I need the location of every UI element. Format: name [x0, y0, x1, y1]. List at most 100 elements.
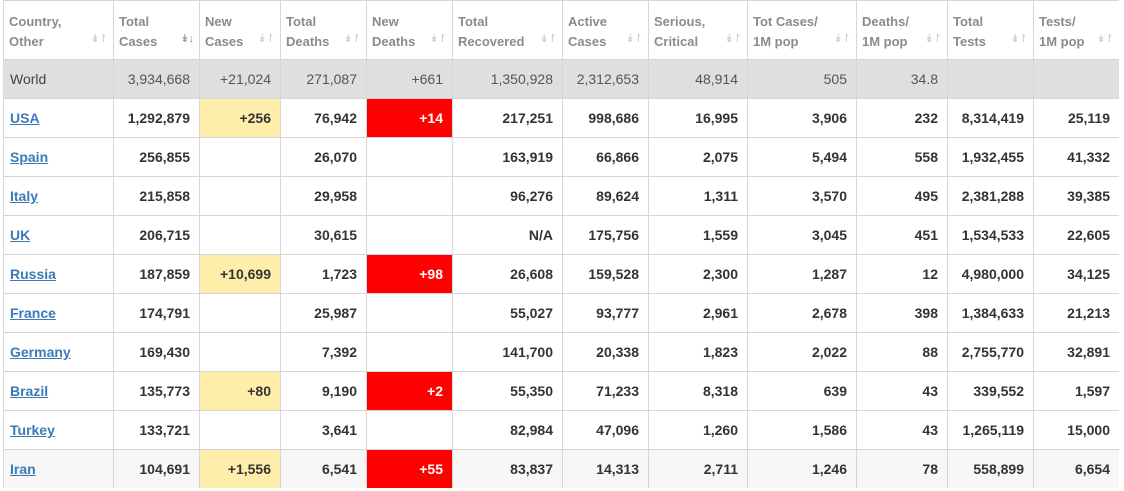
column-header-label: Tests/1M pop [1039, 14, 1085, 49]
cell-serious-critical: 2,300 [648, 254, 748, 294]
cell-total-recovered: 83,837 [452, 449, 563, 488]
sort-arrows-icon[interactable]: ↡↾ [344, 32, 361, 45]
cell-country: Italy [3, 176, 114, 216]
sort-arrows-icon[interactable]: ↡↾ [626, 32, 643, 45]
cell-serious-critical: 1,823 [648, 332, 748, 372]
cell-tot-cases-per-1m: 1,287 [747, 254, 857, 294]
cell-total-recovered: 55,027 [452, 293, 563, 333]
sort-arrows-icon[interactable]: ↡↾ [1097, 32, 1114, 45]
cell-serious-critical: 1,260 [648, 410, 748, 450]
cell-total-deaths: 30,615 [280, 215, 367, 255]
country-link[interactable]: Turkey [10, 422, 55, 438]
country-link[interactable]: Germany [10, 344, 71, 360]
sort-arrows-icon[interactable]: ↡↾ [1011, 32, 1028, 45]
cell-total-recovered: N/A [452, 215, 563, 255]
cell-total-recovered: 26,608 [452, 254, 563, 294]
cell-tests-per-1m: 6,654 [1033, 449, 1119, 488]
column-header-tot-cases-per-1m[interactable]: Tot Cases/1M pop ↡↾ [747, 0, 857, 60]
country-link[interactable]: UK [10, 227, 30, 243]
cell-new-cases: +1,556 [199, 449, 281, 488]
cell-tests-per-1m: 41,332 [1033, 137, 1119, 177]
sort-arrows-icon[interactable]: ↡↾ [834, 32, 851, 45]
sort-arrows-icon[interactable]: ↡↾ [430, 32, 447, 45]
cell-new-deaths: +661 [366, 59, 453, 99]
country-link[interactable]: Russia [10, 266, 56, 282]
cell-tot-cases-per-1m: 2,678 [747, 293, 857, 333]
column-header-label: New Deaths [372, 14, 416, 49]
cell-tests-per-1m: 21,213 [1033, 293, 1119, 333]
column-header-deaths-per-1m[interactable]: Deaths/1M pop ↡↾ [856, 0, 948, 60]
cell-new-cases [199, 176, 281, 216]
cell-total-recovered: 55,350 [452, 371, 563, 411]
column-header-label: Total Tests [953, 14, 986, 49]
cell-total-deaths: 76,942 [280, 98, 367, 138]
country-link[interactable]: Iran [10, 461, 36, 477]
cell-new-deaths [366, 332, 453, 372]
cell-total-cases: 206,715 [113, 215, 200, 255]
table-row: USA 1,292,879 +256 76,942 +14 217,251 998,686 1… [3, 98, 1119, 138]
country-link[interactable]: France [10, 305, 56, 321]
cell-new-deaths [366, 176, 453, 216]
cell-total-tests: 8,314,419 [947, 98, 1034, 138]
cell-country: USA [3, 98, 114, 138]
table-header: Country, Other ↡↾ Total Cases ↡↓ New Cases ↡↾ Tot… [3, 0, 1119, 60]
column-header-total-deaths[interactable]: Total Deaths ↡↾ [280, 0, 367, 60]
country-link[interactable]: Spain [10, 149, 48, 165]
cell-active-cases: 47,096 [562, 410, 649, 450]
cell-country: Spain [3, 137, 114, 177]
cell-total-recovered: 217,251 [452, 98, 563, 138]
cell-deaths-per-1m: 43 [856, 410, 948, 450]
sort-arrows-icon[interactable]: ↡↾ [925, 32, 942, 45]
sort-arrows-icon[interactable]: ↡↾ [91, 32, 108, 45]
cell-total-deaths: 271,087 [280, 59, 367, 99]
sort-arrows-icon[interactable]: ↡↾ [725, 32, 742, 45]
cell-new-deaths [366, 293, 453, 333]
column-header-label: Total Recovered [458, 14, 525, 49]
cell-deaths-per-1m: 88 [856, 332, 948, 372]
cell-tot-cases-per-1m: 3,570 [747, 176, 857, 216]
column-header-tests-per-1m[interactable]: Tests/1M pop ↡↾ [1033, 0, 1119, 60]
cell-tests-per-1m: 32,891 [1033, 332, 1119, 372]
cell-serious-critical: 2,075 [648, 137, 748, 177]
sort-arrows-icon[interactable]: ↡↾ [540, 32, 557, 45]
cell-total-cases: 174,791 [113, 293, 200, 333]
column-header-active-cases[interactable]: Active Cases ↡↾ [562, 0, 649, 60]
cell-tot-cases-per-1m: 639 [747, 371, 857, 411]
column-header-country[interactable]: Country, Other ↡↾ [3, 0, 114, 60]
column-header-total-recovered[interactable]: Total Recovered ↡↾ [452, 0, 563, 60]
column-header-label: Serious, Critical [654, 14, 706, 49]
cell-new-cases: +10,699 [199, 254, 281, 294]
cell-total-deaths: 7,392 [280, 332, 367, 372]
cell-total-tests: 4,980,000 [947, 254, 1034, 294]
cell-deaths-per-1m: 558 [856, 137, 948, 177]
cell-tests-per-1m: 1,597 [1033, 371, 1119, 411]
cell-total-deaths: 25,987 [280, 293, 367, 333]
cell-new-cases [199, 215, 281, 255]
country-link[interactable]: USA [10, 110, 40, 126]
column-header-new-deaths[interactable]: New Deaths ↡↾ [366, 0, 453, 60]
cell-deaths-per-1m: 398 [856, 293, 948, 333]
cell-country: France [3, 293, 114, 333]
cell-tests-per-1m: 22,605 [1033, 215, 1119, 255]
column-header-serious-critical[interactable]: Serious, Critical ↡↾ [648, 0, 748, 60]
cell-tot-cases-per-1m: 3,045 [747, 215, 857, 255]
cell-total-cases: 3,934,668 [113, 59, 200, 99]
column-header-total-cases[interactable]: Total Cases ↡↓ [113, 0, 200, 60]
column-header-total-tests[interactable]: Total Tests ↡↾ [947, 0, 1034, 60]
table-row: Spain 256,855 26,070 163,919 66,866 2,075 5,49… [3, 137, 1119, 177]
cell-serious-critical: 1,559 [648, 215, 748, 255]
country-link[interactable]: Brazil [10, 383, 48, 399]
cell-total-cases: 256,855 [113, 137, 200, 177]
sort-arrows-icon[interactable]: ↡↾ [258, 32, 275, 45]
cell-tot-cases-per-1m: 3,906 [747, 98, 857, 138]
cell-country: World [3, 59, 114, 99]
column-header-new-cases[interactable]: New Cases ↡↾ [199, 0, 281, 60]
cell-total-cases: 133,721 [113, 410, 200, 450]
table-row: Germany 169,430 7,392 141,700 20,338 1,823 2,0… [3, 332, 1119, 372]
sort-descending-icon[interactable]: ↡↓ [180, 32, 194, 45]
cell-total-cases: 104,691 [113, 449, 200, 488]
cell-new-cases [199, 332, 281, 372]
cell-new-deaths: +14 [366, 98, 453, 138]
country-link[interactable]: Italy [10, 188, 38, 204]
cell-tests-per-1m [1033, 59, 1119, 99]
